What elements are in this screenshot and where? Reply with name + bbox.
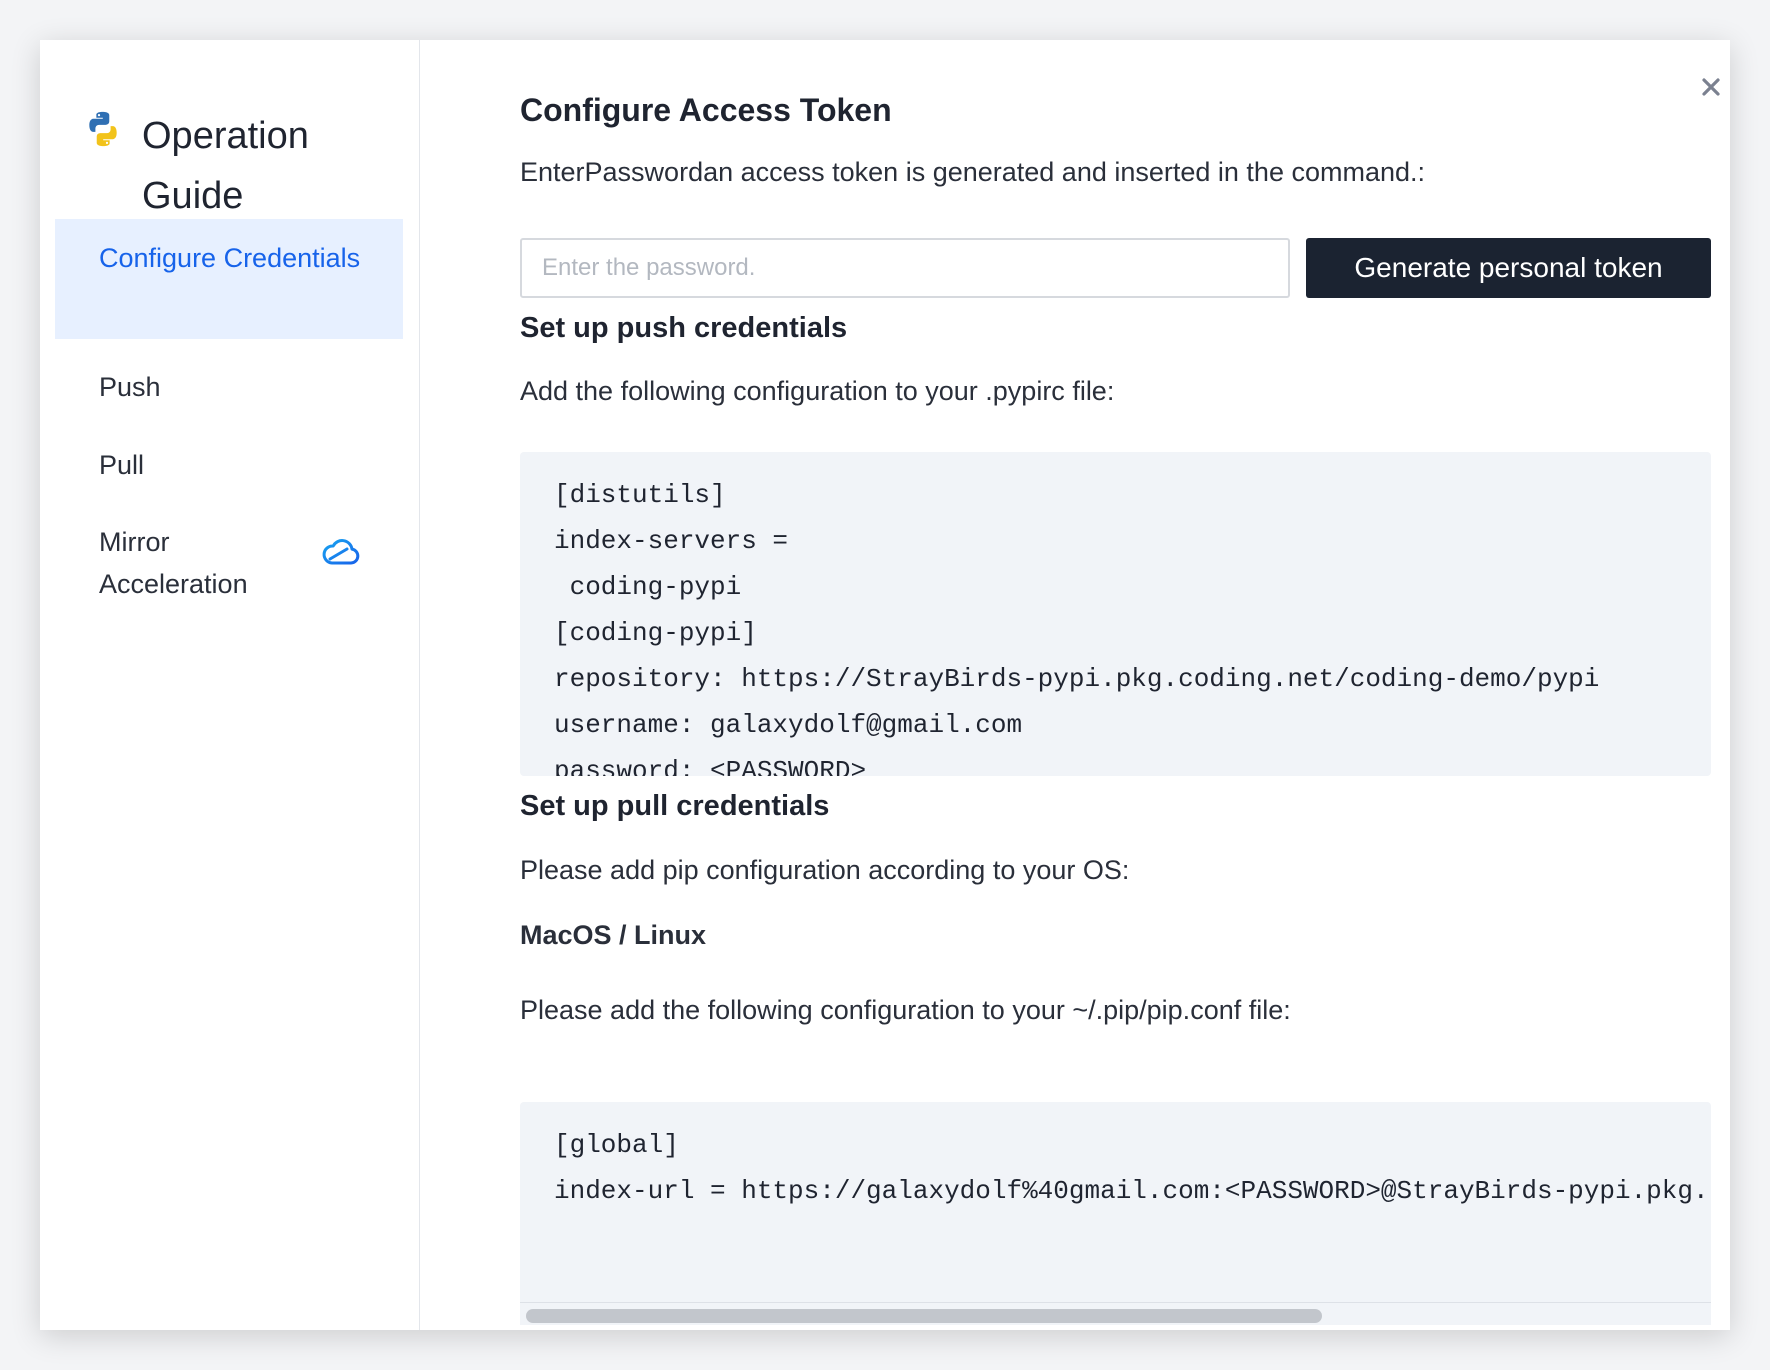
os-description: Please add the following configuration t…: [520, 995, 1291, 1025]
code-line: index-servers =: [554, 526, 789, 556]
generate-token-button[interactable]: Generate personal token: [1306, 238, 1711, 298]
token-section-heading: Configure Access Token: [520, 92, 892, 128]
token-section-description: EnterPasswordan access token is generate…: [520, 157, 1426, 187]
os-heading: MacOS / Linux: [520, 920, 707, 950]
code-line: username: galaxydolf@gmail.com: [554, 710, 1023, 740]
sidebar-item-label: Mirror Acceleration: [99, 527, 248, 599]
push-section-description: Add the following configuration to your …: [520, 376, 1115, 406]
code-line: repository: https://StrayBirds-pypi.pkg.…: [554, 664, 1600, 694]
horizontal-scrollbar[interactable]: [520, 1302, 1711, 1325]
sidebar-item-mirror-acceleration[interactable]: Mirror Acceleration: [55, 511, 403, 611]
code-line: coding-pypi: [554, 572, 742, 602]
code-line: [global]: [554, 1130, 679, 1160]
operation-guide-dialog: Operation Guide Configure Credentials Pu…: [40, 40, 1730, 1330]
pip-conf-code-block: [global] index-url = https://galaxydolf%…: [520, 1102, 1711, 1302]
sidebar-item-push[interactable]: Push: [55, 357, 403, 417]
python-logo-icon: [89, 111, 117, 147]
code-line: password: <PASSWORD>: [554, 756, 867, 776]
main-content: Configure Access Token EnterPasswordan a…: [480, 40, 1711, 1330]
password-input[interactable]: [520, 238, 1290, 298]
sidebar-item-configure-credentials[interactable]: Configure Credentials: [55, 219, 403, 339]
push-section-heading: Set up push credentials: [520, 312, 848, 344]
scrollbar-thumb[interactable]: [526, 1309, 1322, 1323]
code-line: [distutils]: [554, 480, 726, 510]
sidebar-item-pull[interactable]: Pull: [55, 435, 403, 495]
sidebar-title: Operation Guide: [142, 115, 309, 217]
code-line: [coding-pypi]: [554, 618, 757, 648]
sidebar-item-label: Push: [99, 372, 161, 402]
sidebar: Operation Guide Configure Credentials Pu…: [40, 40, 420, 1330]
sidebar-item-label: Configure Credentials: [99, 243, 361, 273]
pull-section-heading: Set up pull credentials: [520, 790, 830, 822]
pypirc-code-block: [distutils] index-servers = coding-pypi …: [520, 452, 1711, 776]
pull-section-description: Please add pip configuration according t…: [520, 855, 1130, 885]
code-line: index-url = https://galaxydolf%40gmail.c…: [554, 1176, 1709, 1206]
cloud-icon: [322, 539, 360, 565]
sidebar-item-label: Pull: [99, 450, 145, 480]
